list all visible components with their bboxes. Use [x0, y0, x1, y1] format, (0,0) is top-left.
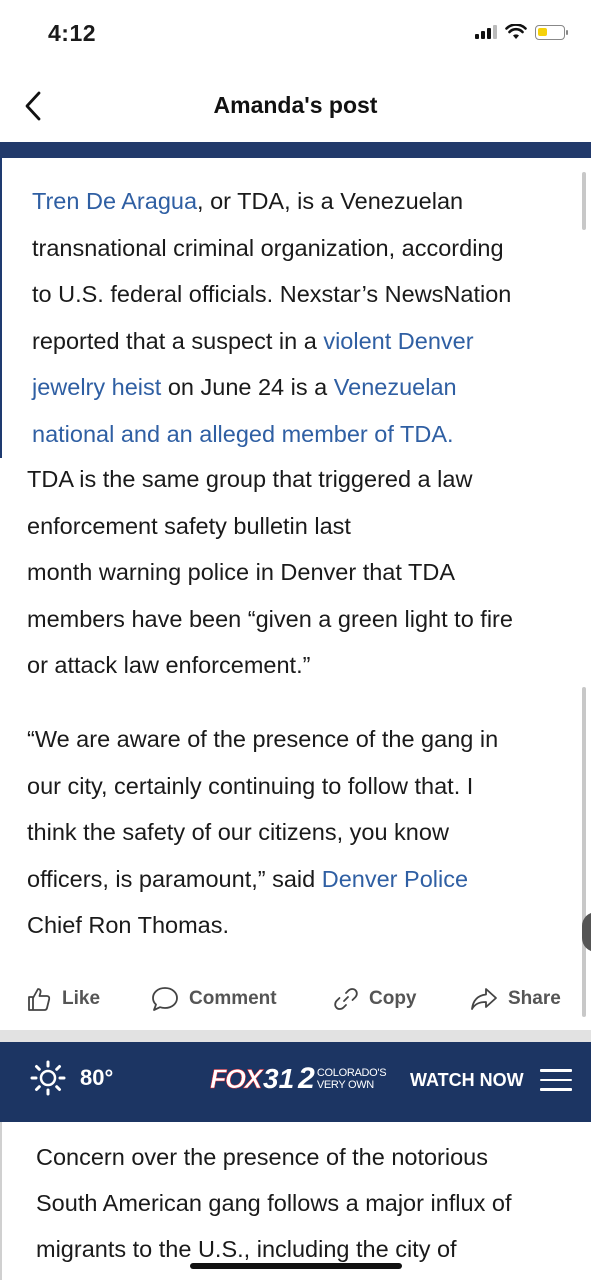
- link-venezuelan[interactable]: Venezuelan: [334, 374, 457, 400]
- article-paragraph-4: Concern over the presence of the notorio…: [36, 1144, 512, 1262]
- weather-widget: 80°: [30, 1060, 113, 1096]
- share-button[interactable]: Share: [470, 986, 561, 1012]
- brand-two: 2: [298, 1062, 315, 1095]
- nav-bar: Amanda's post: [0, 70, 591, 142]
- watch-now-button[interactable]: WATCH NOW: [410, 1070, 524, 1091]
- link-national-member-tda[interactable]: national and an alleged member of TDA.: [32, 421, 454, 447]
- link-jewelry-heist[interactable]: jewelry heist: [32, 374, 161, 400]
- link-violent-denver[interactable]: violent Denver: [323, 328, 473, 354]
- like-button[interactable]: Like: [26, 986, 100, 1012]
- scrollbar-thumb-2[interactable]: [582, 687, 586, 1017]
- fox31-logo: FOX 31 2 COLORADO'S VERY OWN: [210, 1062, 387, 1096]
- scrollbar-thumb[interactable]: [582, 172, 586, 230]
- home-indicator[interactable]: [190, 1263, 402, 1269]
- article-paragraph-3: “We are aware of the presence of the gan…: [27, 726, 499, 938]
- battery-icon: [535, 24, 568, 40]
- status-time: 4:12: [48, 20, 97, 46]
- share-icon: [471, 988, 497, 1010]
- brand-fox: FOX: [210, 1063, 263, 1094]
- wifi-icon: [505, 24, 527, 39]
- brand-num: 31: [263, 1063, 295, 1094]
- status-icons: [475, 24, 568, 40]
- page-title: Amanda's post: [213, 92, 378, 118]
- post-image[interactable]: Tren De Aragua, or TDA, is a Venezuelan …: [0, 142, 591, 1030]
- link-icon: [334, 988, 358, 1010]
- divider: [0, 1030, 591, 1042]
- article-paragraph-2: TDA is the same group that triggered a l…: [27, 466, 513, 678]
- sun-icon: [30, 1060, 66, 1096]
- link-denver-police[interactable]: Denver Police: [322, 866, 468, 892]
- article-paragraph-1: Tren De Aragua, or TDA, is a Venezuelan …: [32, 188, 512, 447]
- link-tren-de-aragua[interactable]: Tren De Aragua: [32, 188, 197, 214]
- status-bar: 4:12: [0, 0, 591, 70]
- post-actions: Like Comment Copy Share: [0, 978, 591, 1028]
- copy-button[interactable]: Copy: [333, 986, 417, 1012]
- news-header-image[interactable]: 80° FOX 31 2 COLORADO'S VERY OWN WATCH N…: [0, 1042, 591, 1122]
- comment-icon: [152, 987, 178, 1011]
- hamburger-menu-icon[interactable]: [540, 1069, 572, 1093]
- article-header-band: [0, 142, 591, 158]
- brand-tagline: COLORADO'S VERY OWN: [316, 1067, 387, 1091]
- thumbs-up-icon: [28, 988, 51, 1011]
- signal-icon: [475, 25, 497, 39]
- comment-button[interactable]: Comment: [151, 986, 277, 1012]
- article-snippet: Concern over the presence of the notorio…: [0, 1122, 591, 1280]
- temperature: 80°: [80, 1065, 114, 1090]
